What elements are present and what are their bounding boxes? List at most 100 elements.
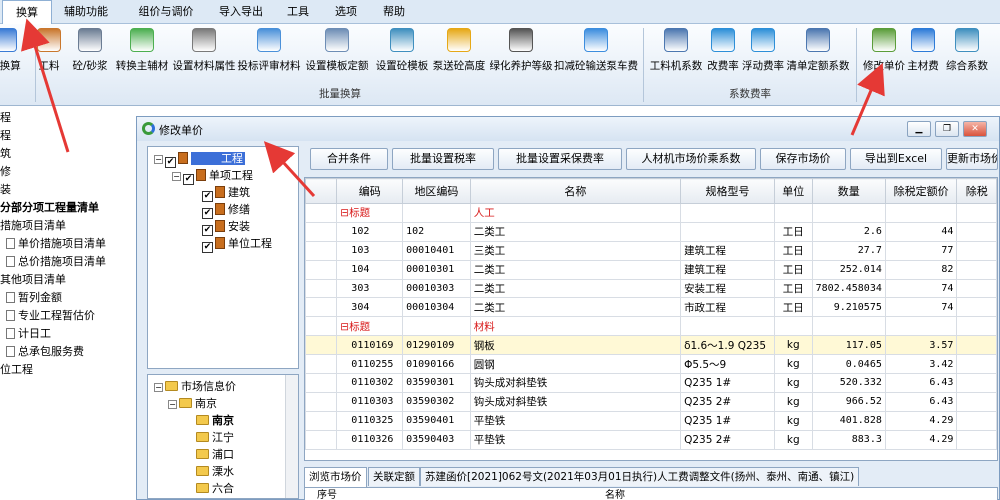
- table-cell[interactable]: [956, 410, 997, 431]
- tree-node-leaf[interactable]: ✔ 修缮: [202, 201, 250, 219]
- table-cell[interactable]: [402, 316, 471, 337]
- table-group-row[interactable]: ⊟标题 材料: [305, 316, 997, 337]
- column-header[interactable]: 数量: [811, 178, 886, 204]
- table-cell[interactable]: kg: [773, 429, 813, 450]
- ribbon-button-3[interactable]: 转换主辅材: [112, 28, 172, 82]
- table-cell[interactable]: 01290109: [402, 335, 471, 356]
- table-cell[interactable]: 二类工: [469, 297, 682, 318]
- table-row[interactable]: 0110326 03590403 平垫铁 Q235 2# kg 883.3 4.29: [305, 429, 997, 450]
- table-cell[interactable]: 0.0465: [811, 354, 886, 375]
- table-cell[interactable]: 4.29: [884, 429, 958, 450]
- table-cell[interactable]: 建筑工程: [680, 240, 775, 261]
- table-row[interactable]: 0110255 01090166 圆钢 Φ5.5～9 kg 0.0465 3.42: [305, 354, 997, 375]
- table-row[interactable]: 104 00010301 二类工 建筑工程 工日 252.014 82: [305, 259, 997, 280]
- ribbon-button-16[interactable]: 主材费: [906, 28, 940, 82]
- ribbon-button-2[interactable]: 砼/砂浆: [68, 28, 112, 82]
- column-header[interactable]: 除税: [956, 178, 997, 204]
- menu-help[interactable]: 帮助: [376, 0, 412, 24]
- table-cell[interactable]: 材料: [469, 316, 682, 337]
- table-cell[interactable]: 2.6: [811, 221, 886, 242]
- table-cell[interactable]: [305, 373, 338, 393]
- table-cell[interactable]: 0110169: [336, 335, 404, 356]
- table-cell[interactable]: [680, 316, 775, 337]
- table-cell[interactable]: 二类工: [469, 278, 682, 299]
- table-cell[interactable]: [956, 429, 997, 450]
- batch-tax-rate-button[interactable]: 批量设置税率: [392, 148, 494, 170]
- bg-tree-item[interactable]: 其他项目清单: [0, 271, 66, 288]
- tree-node-city[interactable]: 江宁: [196, 429, 234, 446]
- table-cell[interactable]: 0110325: [336, 410, 404, 431]
- table-cell[interactable]: 117.05: [811, 335, 886, 356]
- table-cell[interactable]: 圆钢: [469, 354, 682, 375]
- table-row[interactable]: 304 00010304 二类工 市政工程 工日 9.210575 74: [305, 297, 997, 318]
- table-cell[interactable]: Q235 1#: [680, 373, 775, 393]
- table-cell[interactable]: 9.210575: [811, 297, 886, 318]
- bg-tree-item[interactable]: 筑: [0, 145, 11, 162]
- checkbox-checked[interactable]: ✔: [183, 174, 194, 185]
- table-cell[interactable]: kg: [773, 335, 813, 356]
- menu-pricing[interactable]: 组价与调价: [128, 0, 204, 24]
- table-cell[interactable]: 工日: [773, 240, 813, 261]
- column-header[interactable]: 编码: [336, 178, 404, 204]
- table-cell[interactable]: 00010401: [402, 240, 471, 261]
- minimize-button[interactable]: ▁: [907, 121, 931, 137]
- bg-tree-item[interactable]: 总价措施项目清单: [6, 253, 106, 270]
- table-cell[interactable]: 人工: [469, 203, 682, 223]
- menu-tools[interactable]: 工具: [280, 0, 316, 24]
- menu-import-export[interactable]: 导入导出: [210, 0, 272, 24]
- tree-node-city[interactable]: 南京: [196, 412, 234, 429]
- export-excel-button[interactable]: 导出到Excel: [850, 148, 942, 170]
- table-cell[interactable]: [305, 335, 338, 356]
- table-cell[interactable]: 0110302: [336, 373, 404, 393]
- bg-tree-item[interactable]: 暂列金额: [6, 289, 62, 306]
- ribbon-button-5[interactable]: 投标评审材料: [236, 28, 302, 82]
- table-row[interactable]: 103 00010401 三类工 建筑工程 工日 27.7 77: [305, 240, 997, 261]
- table-cell[interactable]: [402, 203, 471, 223]
- table-cell[interactable]: 6.43: [884, 391, 958, 412]
- save-market-price-button[interactable]: 保存市场价: [760, 148, 846, 170]
- ribbon-button-12[interactable]: 改费率: [704, 28, 742, 82]
- table-cell[interactable]: 520.332: [811, 373, 886, 393]
- table-cell[interactable]: [305, 278, 338, 299]
- table-cell[interactable]: [811, 203, 886, 223]
- table-cell[interactable]: [305, 203, 338, 223]
- table-cell[interactable]: 966.52: [811, 391, 886, 412]
- table-cell[interactable]: 74: [884, 278, 958, 299]
- table-cell[interactable]: 市政工程: [680, 297, 775, 318]
- table-cell[interactable]: 工日: [773, 259, 813, 280]
- column-header[interactable]: 单位: [773, 178, 813, 204]
- table-cell[interactable]: [956, 373, 997, 393]
- table-cell[interactable]: 4.29: [884, 410, 958, 431]
- table-cell[interactable]: 01090166: [402, 354, 471, 375]
- table-cell[interactable]: 102: [336, 221, 404, 242]
- collapse-icon[interactable]: −: [172, 172, 181, 181]
- ribbon-button-7[interactable]: 设置砼模板: [372, 28, 432, 82]
- market-price-coef-button[interactable]: 人材机市场价乘系数: [626, 148, 756, 170]
- table-cell[interactable]: [773, 203, 813, 223]
- bg-tree-item[interactable]: 专业工程暂估价: [6, 307, 95, 324]
- collapse-icon[interactable]: −: [154, 383, 163, 392]
- batch-procurement-rate-button[interactable]: 批量设置采保费率: [498, 148, 622, 170]
- table-cell[interactable]: 82: [884, 259, 958, 280]
- table-cell[interactable]: 44: [884, 221, 958, 242]
- table-cell[interactable]: 安装工程: [680, 278, 775, 299]
- table-row[interactable]: 0110303 03590302 钩头成对斜垫铁 Q235 2# kg 966.52 6.4…: [305, 391, 997, 412]
- dialog-titlebar[interactable]: 修改单价 ▁ ❐ ✕: [137, 117, 999, 141]
- table-cell[interactable]: δ1.6～1.9 Q235: [680, 335, 775, 356]
- tree-node-city[interactable]: 六合: [196, 480, 234, 497]
- table-cell[interactable]: [956, 335, 997, 356]
- collapse-icon[interactable]: −: [168, 400, 177, 409]
- ribbon-button-17[interactable]: 综合系数: [942, 28, 992, 82]
- table-cell[interactable]: 三类工: [469, 240, 682, 261]
- table-cell[interactable]: 00010301: [402, 259, 471, 280]
- tree-node-leaf[interactable]: ✔ 安装: [202, 218, 250, 236]
- table-cell[interactable]: [305, 391, 338, 412]
- table-cell[interactable]: 钩头成对斜垫铁: [469, 373, 682, 393]
- bg-tree-item[interactable]: 修: [0, 163, 11, 180]
- table-cell[interactable]: 平垫铁: [469, 429, 682, 450]
- column-header[interactable]: 名称: [469, 178, 682, 204]
- table-cell[interactable]: 钢板: [469, 335, 682, 356]
- table-cell[interactable]: kg: [773, 391, 813, 412]
- table-cell[interactable]: kg: [773, 410, 813, 431]
- menu-assist[interactable]: 辅助功能: [58, 0, 114, 24]
